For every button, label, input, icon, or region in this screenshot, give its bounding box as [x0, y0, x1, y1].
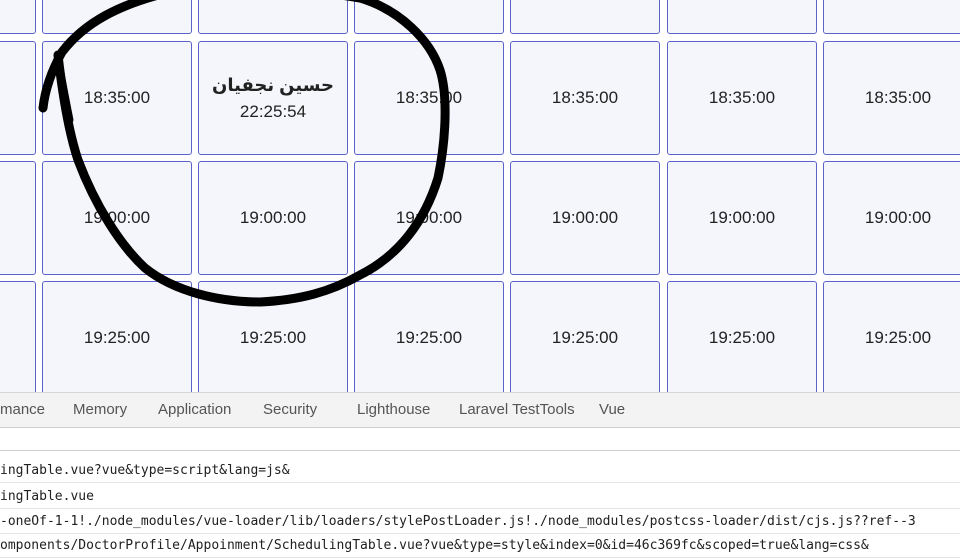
- schedule-cell[interactable]: 19:25:00: [667, 281, 817, 392]
- schedule-cell[interactable]: [510, 0, 660, 34]
- schedule-cell[interactable]: 18:35:00: [823, 41, 960, 155]
- schedule-cell[interactable]: [0, 161, 36, 275]
- appointment-time: 18:35:00: [83, 88, 151, 107]
- schedule-cell[interactable]: 19:25:00: [510, 281, 660, 392]
- appointment-time: 18:35:00: [395, 88, 463, 107]
- appointment-time: 19:25:00: [551, 328, 619, 347]
- filter-row: [0, 428, 960, 451]
- devtools-panel: mance Memory Application Security Lighth…: [0, 392, 960, 558]
- schedule-cell[interactable]: 19:25:00: [823, 281, 960, 392]
- schedule-cell[interactable]: [823, 0, 960, 34]
- scheduling-grid: 18:35:00 حسين نجفيان 22:25:54 18:35:00 18:35…: [0, 0, 960, 392]
- source-line[interactable]: omponents/DoctorProfile/Appoinment/Sched…: [0, 534, 960, 558]
- schedule-cell[interactable]: [0, 41, 36, 155]
- schedule-cell[interactable]: 18:35:00: [354, 41, 504, 155]
- appointment-time: 19:00:00: [864, 208, 932, 227]
- schedule-cell[interactable]: [0, 281, 36, 392]
- appointment-time: 19:25:00: [864, 328, 932, 347]
- schedule-cell[interactable]: [354, 0, 504, 34]
- appointment-time: 19:00:00: [83, 208, 151, 227]
- schedule-cell[interactable]: 18:35:00: [667, 41, 817, 155]
- appointment-time: 19:25:00: [83, 328, 151, 347]
- filter-input[interactable]: [4, 430, 908, 448]
- source-line[interactable]: -oneOf-1-1!./node_modules/vue-loader/lib…: [0, 510, 960, 534]
- tab-application[interactable]: Application: [158, 401, 231, 418]
- tab-lighthouse[interactable]: Lighthouse: [357, 401, 430, 418]
- source-line[interactable]: ingTable.vue?vue&type=script&lang=js&: [0, 459, 960, 483]
- schedule-cell[interactable]: 19:25:00: [42, 281, 192, 392]
- tab-security[interactable]: Security: [263, 401, 317, 418]
- tab-performance[interactable]: mance: [0, 401, 45, 418]
- schedule-cell[interactable]: 19:00:00: [198, 161, 348, 275]
- appointment-time: 22:25:54: [239, 101, 307, 121]
- schedule-cell[interactable]: 19:00:00: [823, 161, 960, 275]
- schedule-cell[interactable]: 19:25:00: [354, 281, 504, 392]
- schedule-cell[interactable]: حسين نجفيان 22:25:54: [198, 41, 348, 155]
- schedule-cell[interactable]: 19:00:00: [667, 161, 817, 275]
- appointment-time: 19:00:00: [551, 208, 619, 227]
- source-line[interactable]: ingTable.vue: [0, 485, 960, 509]
- devtools-tab-bar: mance Memory Application Security Lighth…: [0, 393, 960, 428]
- schedule-cell[interactable]: [42, 0, 192, 34]
- appointment-time: 18:35:00: [864, 88, 932, 107]
- tab-laravel-testtools[interactable]: Laravel TestTools: [459, 401, 575, 418]
- schedule-cell[interactable]: 19:00:00: [42, 161, 192, 275]
- appointment-time: 19:00:00: [239, 208, 307, 227]
- appointment-time: 19:25:00: [395, 328, 463, 347]
- schedule-cell[interactable]: [0, 0, 36, 34]
- schedule-cell[interactable]: 18:35:00: [42, 41, 192, 155]
- tab-vue[interactable]: Vue: [599, 401, 625, 418]
- appointment-time: 19:25:00: [239, 328, 307, 347]
- schedule-cell[interactable]: [667, 0, 817, 34]
- appointment-time: 18:35:00: [551, 88, 619, 107]
- appointment-time: 19:00:00: [395, 208, 463, 227]
- schedule-cell[interactable]: 19:00:00: [354, 161, 504, 275]
- schedule-cell[interactable]: [198, 0, 348, 34]
- scheduling-table-area: 18:35:00 حسين نجفيان 22:25:54 18:35:00 18:35…: [0, 0, 960, 392]
- tab-memory[interactable]: Memory: [73, 401, 127, 418]
- patient-name: حسين نجفيان: [212, 74, 334, 95]
- schedule-cell[interactable]: 19:25:00: [198, 281, 348, 392]
- appointment-time: 19:00:00: [708, 208, 776, 227]
- appointment-time: 19:25:00: [708, 328, 776, 347]
- schedule-cell[interactable]: 18:35:00: [510, 41, 660, 155]
- schedule-cell[interactable]: 19:00:00: [510, 161, 660, 275]
- appointment-time: 18:35:00: [708, 88, 776, 107]
